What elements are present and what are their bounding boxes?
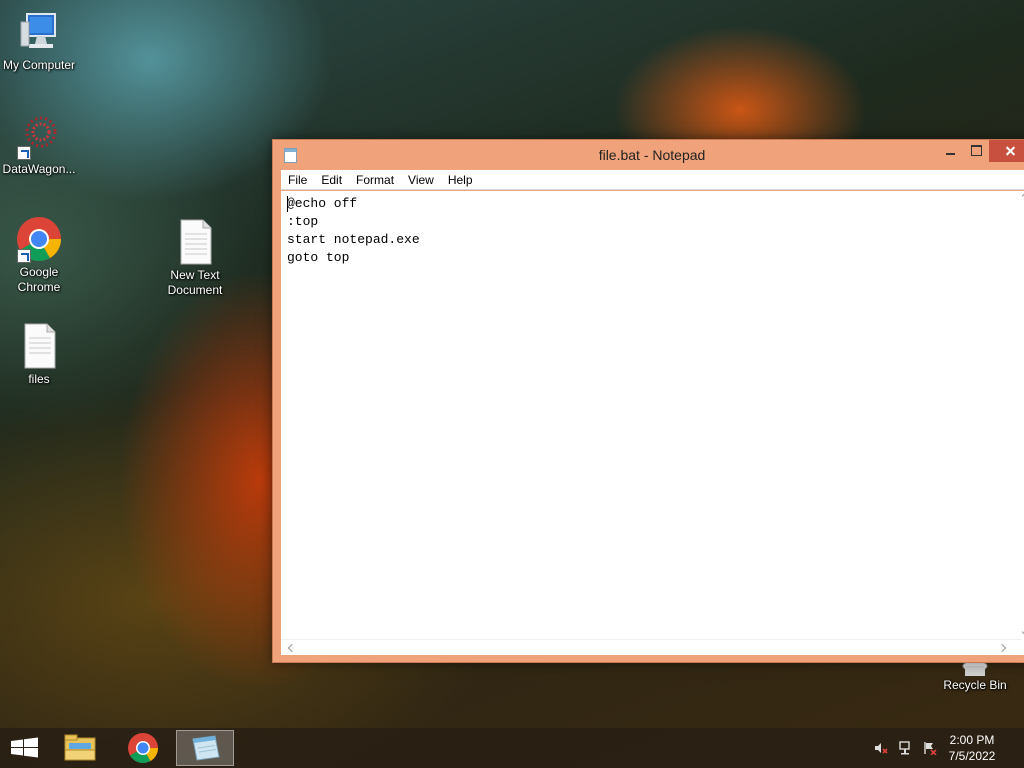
menu-help[interactable]: Help — [441, 173, 480, 187]
menu-view[interactable]: View — [401, 173, 441, 187]
clock-time: 2:00 PM — [949, 733, 995, 747]
desktop-icon-label: My Computer — [2, 58, 76, 72]
volume-muted-icon[interactable] — [874, 741, 888, 755]
chrome-icon — [128, 733, 158, 764]
desktop-icon-label: Recycle Bin — [943, 678, 1007, 692]
desktop-icon-label: Google Chrome — [17, 265, 61, 294]
taskbar-chrome[interactable] — [115, 730, 171, 766]
maximize-button[interactable] — [963, 140, 991, 162]
desktop-icon-google-chrome[interactable]: Google Chrome — [0, 215, 81, 295]
menu-format[interactable]: Format — [349, 173, 401, 187]
chrome-icon — [15, 215, 63, 263]
desktop-icon-label: New Text Document — [167, 268, 223, 297]
desktop-icon-new-text-document[interactable]: New Text Document — [153, 218, 237, 298]
text-document-icon — [15, 322, 63, 370]
text-document-icon — [171, 218, 219, 266]
shortcut-arrow-icon — [17, 146, 31, 160]
taskbar-notepad[interactable] — [176, 730, 234, 766]
title-bar[interactable]: file.bat - Notepad — [273, 140, 1024, 170]
datawagon-icon — [15, 112, 63, 160]
menu-edit[interactable]: Edit — [314, 173, 349, 187]
network-icon[interactable] — [899, 741, 913, 755]
desktop-icon-datawagon[interactable]: DataWagon... — [0, 112, 81, 177]
desktop-icon-recycle-bin[interactable]: Recycle Bin — [933, 660, 1017, 693]
desktop-icon-my-computer[interactable]: My Computer — [0, 8, 81, 73]
taskbar-file-explorer[interactable] — [52, 730, 108, 766]
desktop-icon-files[interactable]: files — [0, 322, 81, 387]
system-clock[interactable]: 2:00 PM 7/5/2022 — [942, 732, 1002, 764]
window-title: file.bat - Notepad — [598, 147, 706, 163]
notepad-icon — [192, 735, 220, 761]
scroll-right-icon[interactable] — [997, 643, 1007, 653]
computer-icon — [15, 8, 63, 56]
start-button[interactable] — [0, 730, 56, 766]
text-editor[interactable]: @echo off :top start notepad.exe goto to… — [281, 191, 1024, 655]
start-icon — [11, 737, 38, 758]
minimize-button[interactable] — [937, 140, 965, 162]
taskbar: 2:00 PM 7/5/2022 — [0, 728, 1024, 768]
notepad-window[interactable]: file.bat - Notepad File Edit Format View… — [272, 139, 1024, 663]
menu-bar: File Edit Format View Help — [281, 170, 1024, 190]
menu-file[interactable]: File — [281, 173, 314, 187]
horizontal-scrollbar[interactable] — [281, 639, 1021, 655]
shortcut-arrow-icon — [17, 249, 31, 263]
desktop-icon-label: DataWagon... — [2, 162, 76, 176]
scroll-left-icon[interactable] — [287, 643, 297, 653]
text-caret — [287, 196, 288, 212]
file-explorer-icon — [64, 734, 96, 761]
editor-content[interactable]: @echo off :top start notepad.exe goto to… — [287, 195, 420, 267]
clock-date: 7/5/2022 — [948, 749, 996, 763]
action-center-icon[interactable] — [923, 741, 937, 756]
desktop-icon-label: files — [28, 372, 50, 386]
close-button[interactable] — [989, 140, 1024, 162]
